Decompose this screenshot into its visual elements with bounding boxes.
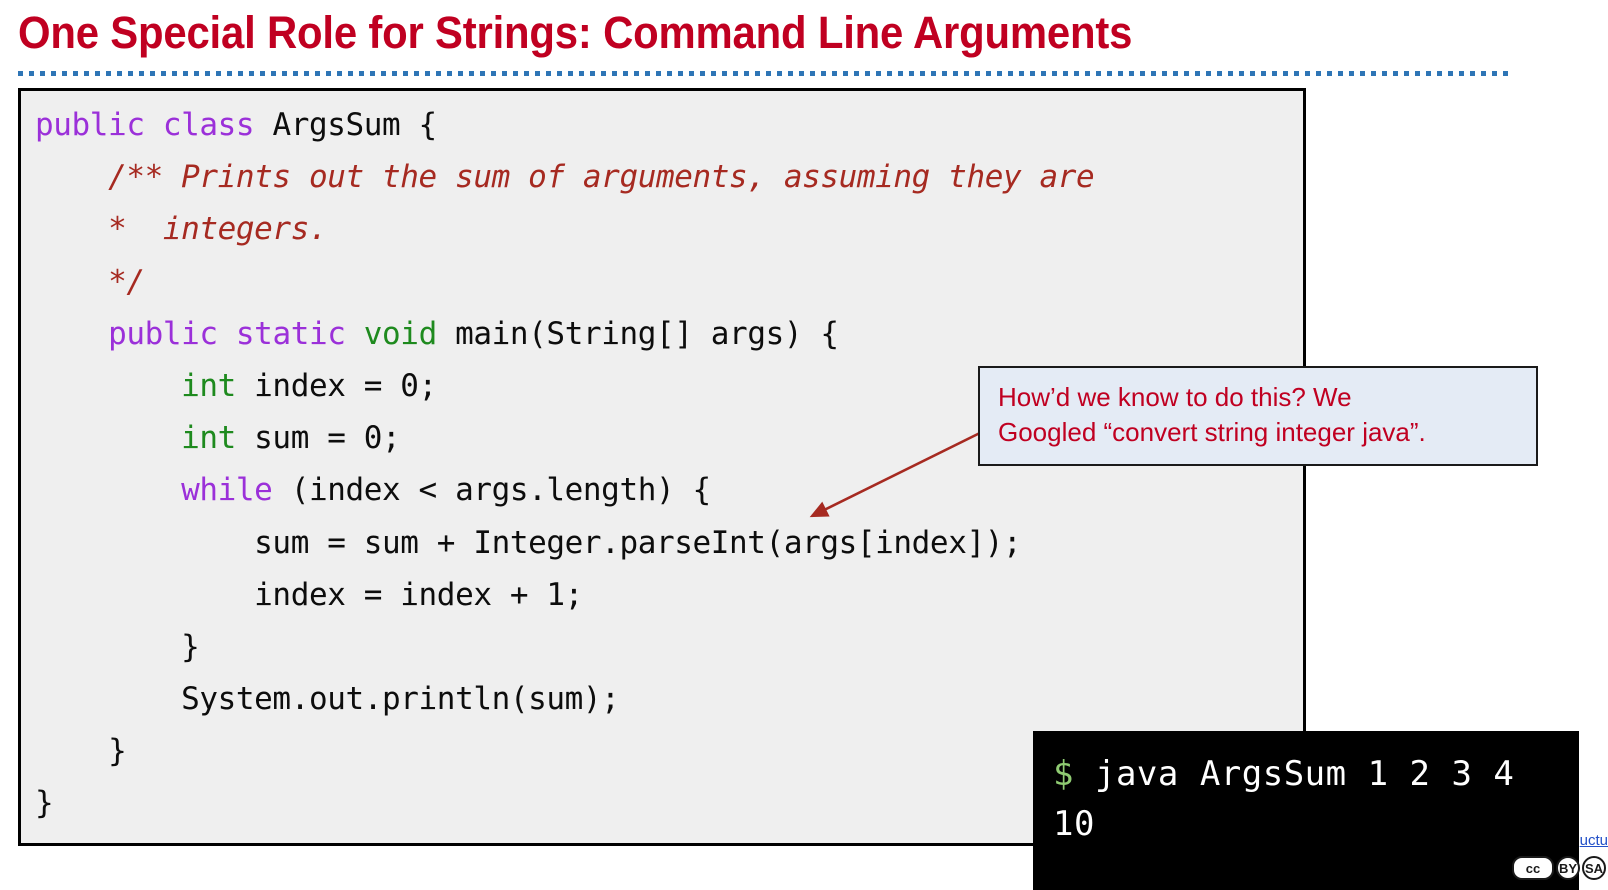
code-line: }: [35, 621, 1303, 673]
code-token-kw: public: [108, 315, 218, 352]
cc-sa-icon: SA: [1582, 856, 1606, 880]
code-token-pln: sum = 0;: [235, 420, 401, 457]
cc-icon: cc: [1512, 856, 1554, 880]
slide-canvas: One Special Role for Strings: Command Li…: [0, 0, 1608, 890]
code-line: sum = sum + Integer.parseInt(args[index]…: [35, 517, 1303, 569]
terminal-command-line: $ java ArgsSum 1 2 3 4: [1053, 749, 1579, 799]
code-line: public static void main(String[] args) {: [35, 308, 1303, 360]
code-line: index = index + 1;: [35, 569, 1303, 621]
code-token-pln: }: [108, 733, 127, 770]
code-token-type: int: [181, 420, 236, 457]
creative-commons-badge[interactable]: cc BY SA: [1512, 856, 1606, 880]
code-line: while (index < args.length) {: [35, 464, 1303, 516]
code-token-kw: class: [162, 107, 255, 143]
title-divider: [18, 70, 1508, 78]
code-line: /** Prints out the sum of arguments, ass…: [35, 151, 1303, 203]
code-token-cmt: /** Prints out the sum of arguments, ass…: [108, 159, 1095, 196]
code-token-pln: ArgsSum {: [254, 107, 437, 143]
code-token-pln: }: [181, 628, 200, 665]
code-line: public class ArgsSum {: [35, 99, 1303, 151]
code-token-kw: while: [181, 472, 273, 509]
code-line: * integers.: [35, 203, 1303, 255]
code-token-pln: index = 0;: [235, 367, 437, 404]
callout-text: How’d we know to do this? We Googled “co…: [998, 382, 1426, 447]
code-token-pln: System.out.println(sum);: [181, 681, 620, 718]
code-line: System.out.println(sum);: [35, 673, 1303, 725]
code-token-kw: public: [35, 107, 145, 143]
attribution-link[interactable]: uctu: [1580, 832, 1608, 849]
terminal-output-line: 10: [1053, 804, 1095, 844]
code-token-pln: }: [35, 785, 54, 822]
code-line: */: [35, 256, 1303, 308]
terminal-command-text: java ArgsSum 1 2 3 4: [1094, 754, 1515, 794]
code-token-cmt: */: [108, 263, 145, 300]
code-token-pln: index = index + 1;: [254, 576, 583, 613]
page-title: One Special Role for Strings: Command Li…: [18, 7, 1133, 58]
code-token-pln: sum = sum + Integer.parseInt(args[index]…: [254, 524, 1022, 561]
code-token-type: void: [363, 315, 437, 352]
code-token-cmt: * integers.: [108, 211, 328, 248]
code-token-pln: [218, 316, 236, 352]
cc-by-icon: BY: [1556, 856, 1580, 880]
code-token-kw: static: [235, 315, 346, 352]
code-token-type: int: [181, 367, 236, 404]
terminal-prompt-symbol: $: [1053, 754, 1074, 794]
code-token-pln: main(String[] args) {: [436, 315, 839, 352]
terminal-window: $ java ArgsSum 1 2 3 4 10: [1033, 731, 1579, 890]
callout-box: How’d we know to do this? We Googled “co…: [978, 366, 1538, 466]
code-token-pln: (index < args.length) {: [272, 472, 711, 509]
code-token-pln: [346, 316, 364, 352]
code-token-pln: [145, 107, 163, 143]
